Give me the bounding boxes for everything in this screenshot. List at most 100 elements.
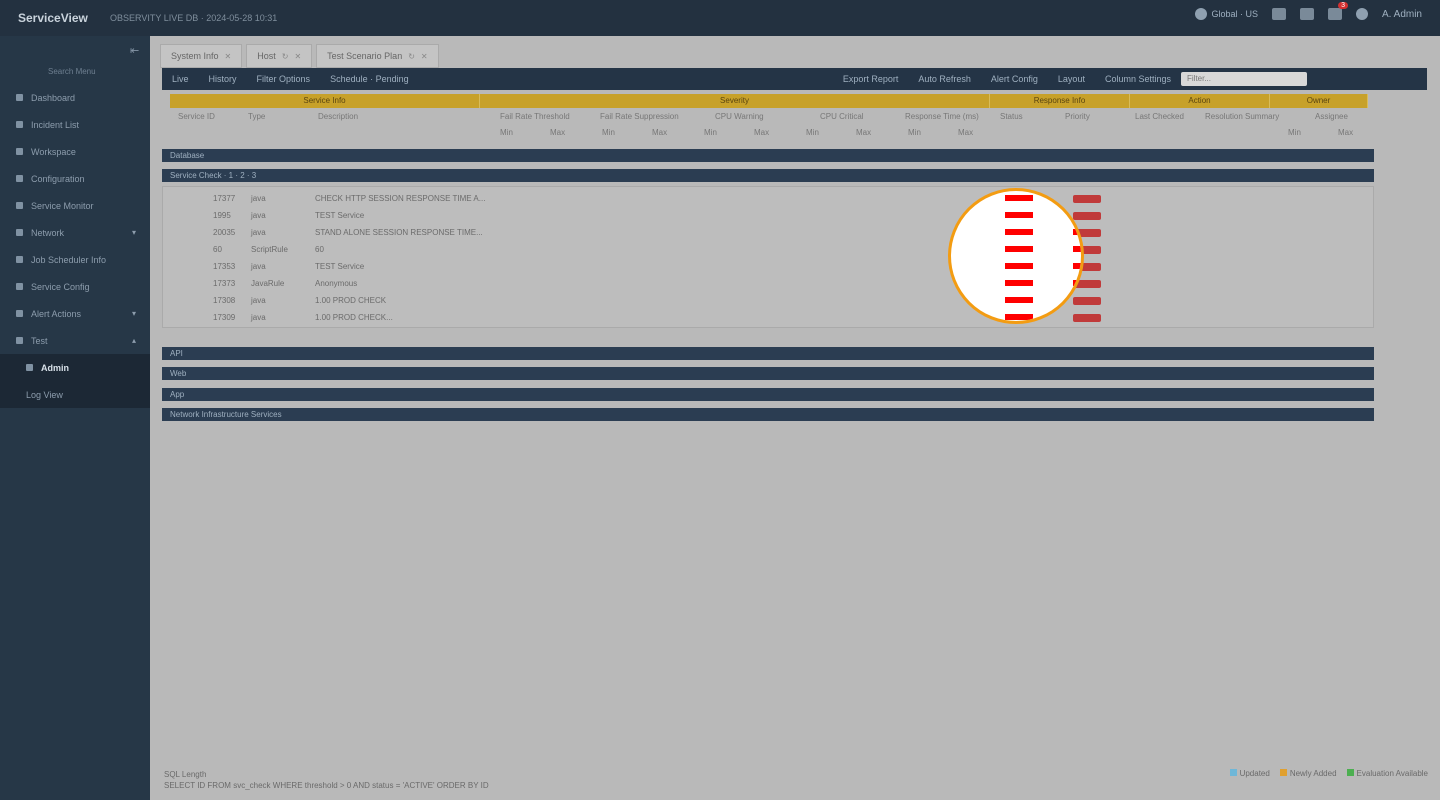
toolbar-live[interactable]: Live — [162, 74, 199, 84]
region-selector[interactable]: Global · US — [1195, 8, 1258, 20]
column-header[interactable]: Priority — [1065, 112, 1090, 121]
cell-type: JavaRule — [251, 279, 285, 288]
table-row[interactable]: 17373 JavaRule Anonymous — [163, 276, 1375, 293]
table-row[interactable]: 60 ScriptRule 60 — [163, 242, 1375, 259]
toolbar-export[interactable]: Export Report — [833, 74, 909, 84]
legend-swatch — [1279, 769, 1287, 776]
app-brand[interactable]: ServiceView — [18, 11, 88, 25]
sidebar-item-alert-actions[interactable]: Alert Actions ▾ — [0, 300, 150, 327]
status-badge — [1073, 314, 1101, 322]
sidebar-item-service-monitor[interactable]: Service Monitor — [0, 192, 150, 219]
sidebar-item-job-scheduler[interactable]: Job Scheduler Info — [0, 246, 150, 273]
sidebar-item-incidents[interactable]: Incident List — [0, 111, 150, 138]
cell-type: java — [251, 211, 266, 220]
close-icon[interactable]: ✕ — [421, 52, 428, 61]
cell-type: java — [251, 262, 266, 271]
highlight-dash — [1005, 297, 1033, 303]
cell-type: java — [251, 296, 266, 305]
table-row[interactable]: 17309 java 1.00 PROD CHECK... — [163, 310, 1375, 327]
sidebar-item-configuration[interactable]: Configuration — [0, 165, 150, 192]
sidebar-item-label: Job Scheduler Info — [31, 254, 107, 265]
table-row[interactable]: 17308 java 1.00 PROD CHECK — [163, 293, 1375, 310]
section-bar-database[interactable]: Database — [162, 149, 1374, 162]
cell-id: 17377 — [213, 194, 236, 203]
help-icon[interactable] — [1355, 8, 1368, 20]
group-header-service-info: Service Info — [170, 94, 480, 108]
highlight-dash — [1005, 246, 1033, 252]
section-bar-network-infra[interactable]: Network Infrastructure Services — [162, 408, 1374, 421]
monitor-icon[interactable] — [1299, 8, 1314, 20]
column-header[interactable]: Fail Rate Threshold — [500, 112, 570, 121]
toolbar-history[interactable]: History — [199, 74, 247, 84]
sidebar-item-label: Workspace — [31, 146, 76, 157]
tab-system-info[interactable]: System Info ✕ — [160, 44, 243, 68]
tab-test-scenario[interactable]: Test Scenario Plan ↻ ✕ — [316, 44, 439, 68]
column-header[interactable]: Response Time (ms) — [905, 112, 979, 121]
grid-column-header: Service ID Type Description Fail Rate Th… — [170, 110, 1368, 142]
column-header[interactable]: Resolution Summary — [1205, 112, 1279, 121]
section-bar-service-check[interactable]: Service Check · 1 · 2 · 3 — [162, 169, 1374, 182]
status-badge — [1073, 195, 1101, 203]
sidebar-item-workspace[interactable]: Workspace — [0, 138, 150, 165]
refresh-icon[interactable]: ↻ — [408, 52, 415, 61]
column-header[interactable]: Description — [318, 112, 358, 121]
collapse-sidebar-icon[interactable]: ⇤ — [130, 44, 139, 57]
column-header[interactable]: Status — [1000, 112, 1023, 121]
wrench-icon — [16, 283, 23, 290]
close-icon[interactable]: ✕ — [225, 52, 232, 61]
section-bar-web[interactable]: Web — [162, 367, 1374, 380]
status-badge — [1073, 212, 1101, 220]
column-header[interactable]: CPU Warning — [715, 112, 764, 121]
table-row[interactable]: 17353 java TEST Service — [163, 259, 1375, 276]
user-menu[interactable]: A. Admin — [1382, 9, 1422, 20]
grid-search-input[interactable]: Filter... — [1181, 72, 1307, 86]
sub-column-header: Max — [652, 128, 668, 137]
toolbar-columns[interactable]: Column Settings — [1095, 74, 1181, 84]
toolbar-auto-refresh[interactable]: Auto Refresh — [908, 74, 981, 84]
section-bar-api[interactable]: API — [162, 347, 1374, 360]
cell-type: java — [251, 194, 266, 203]
legend-label: Updated — [1239, 769, 1270, 778]
column-header[interactable]: Assignee — [1315, 112, 1348, 121]
table-row[interactable]: 17377 java CHECK HTTP SESSION RESPONSE TIM… — [163, 191, 1375, 208]
sub-column-header: Min — [806, 128, 819, 137]
grid-group-header: Service Info Severity Response Info Acti… — [170, 94, 1368, 108]
sidebar-item-service-config[interactable]: Service Config — [0, 273, 150, 300]
toolbar-layout[interactable]: Layout — [1048, 74, 1095, 84]
column-header[interactable]: Type — [248, 112, 265, 121]
section-bar-app[interactable]: App — [162, 388, 1374, 401]
table-row[interactable]: 20035 java STAND ALONE SESSION RESPONSE TI… — [163, 225, 1375, 242]
main-content: System Info ✕ Host ↻ ✕ Test Scenario Plan ↻ ✕… — [150, 36, 1440, 800]
legend-item: Evaluation Available — [1346, 769, 1428, 778]
sidebar-item-dashboard[interactable]: Dashboard — [0, 84, 150, 111]
close-icon[interactable]: ✕ — [294, 52, 301, 61]
refresh-icon[interactable]: ↻ — [282, 52, 289, 61]
tab-host[interactable]: Host ↻ ✕ — [246, 44, 313, 68]
toolbar-filter[interactable]: Filter Options — [247, 74, 321, 84]
sidebar-subitem-admin[interactable]: Admin — [0, 354, 150, 381]
notification-badge: 3 — [1338, 2, 1348, 9]
bell-icon[interactable]: 3 — [1327, 2, 1348, 20]
sidebar-subitem-log[interactable]: Log View — [0, 381, 150, 408]
toolbar-alert-config[interactable]: Alert Config — [981, 74, 1048, 84]
folder-icon — [16, 148, 23, 155]
table-row[interactable]: 1995 java TEST Service — [163, 208, 1375, 225]
column-header[interactable]: CPU Critical — [820, 112, 864, 121]
cell-type: java — [251, 313, 266, 322]
cell-id: 17308 — [213, 296, 236, 305]
chevron-up-icon: ▴ — [131, 336, 136, 345]
sidebar: ⇤ Search Menu Dashboard Incident List Wo… — [0, 36, 150, 800]
legend-swatch — [1346, 769, 1354, 776]
sidebar-item-network[interactable]: Network ▾ — [0, 219, 150, 246]
toolbar-schedule[interactable]: Schedule · Pending — [320, 74, 419, 84]
column-header[interactable]: Service ID — [178, 112, 215, 121]
home-icon[interactable] — [1271, 8, 1286, 20]
sidebar-search[interactable]: Search Menu — [48, 67, 96, 76]
column-header[interactable]: Last Checked — [1135, 112, 1184, 121]
sidebar-item-test[interactable]: Test ▴ — [0, 327, 150, 354]
sql-title: SQL Length — [164, 770, 207, 779]
sidebar-item-label: Service Config — [31, 281, 90, 292]
column-header[interactable]: Fail Rate Suppression — [600, 112, 679, 121]
app-subtitle: OBSERVITY LIVE DB · 2024-05-28 10:31 — [110, 13, 278, 23]
sidebar-item-label: Incident List — [31, 119, 80, 130]
